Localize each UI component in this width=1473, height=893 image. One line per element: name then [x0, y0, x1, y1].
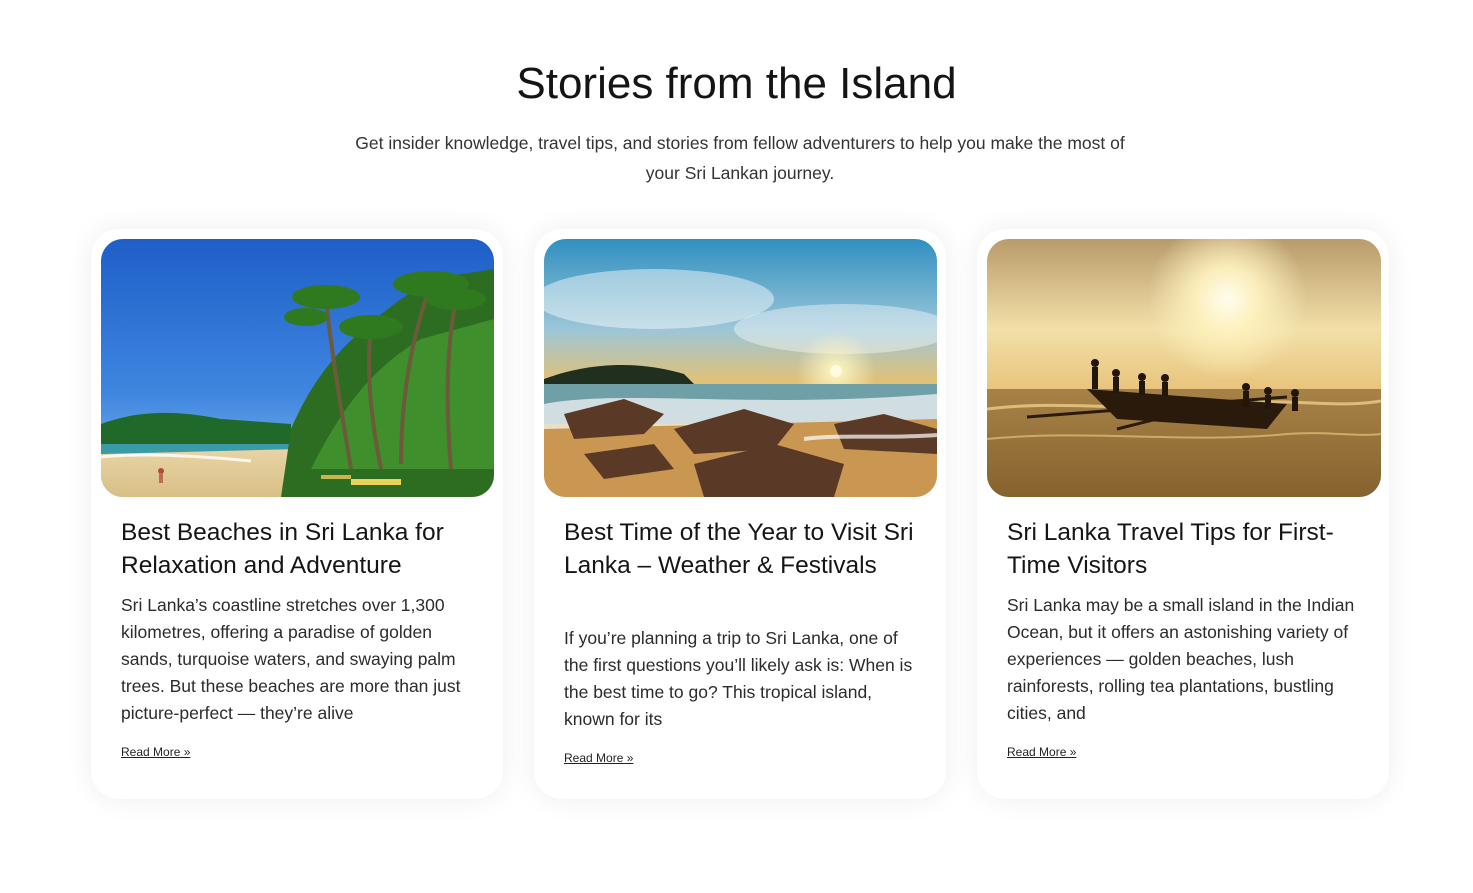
blog-card-best-time: Best Time of the Year to Visit Sri Lanka… [534, 229, 946, 799]
rocky-beach-sunset-image[interactable] [544, 239, 937, 497]
fishermen-boat-image[interactable] [987, 239, 1381, 497]
section-title: Stories from the Island [516, 59, 957, 108]
blog-card-travel-tips: Sri Lanka Travel Tips for First-Time Vis… [977, 229, 1389, 799]
section-subtitle: Get insider knowledge, travel tips, and … [355, 133, 1125, 183]
card-excerpt: Sri Lanka’s coastline stretches over 1,3… [121, 595, 461, 723]
read-more-link[interactable]: Read More » [564, 751, 633, 765]
card-excerpt: If you’re planning a trip to Sri Lanka, … [564, 628, 913, 729]
blog-card-beaches: Best Beaches in Sri Lanka for Relaxation… [91, 229, 503, 799]
card-excerpt: Sri Lanka may be a small island in the I… [1007, 595, 1355, 723]
card-title[interactable]: Best Time of the Year to Visit Sri Lanka… [564, 516, 924, 582]
read-more-link[interactable]: Read More » [121, 745, 190, 759]
card-title[interactable]: Sri Lanka Travel Tips for First-Time Vis… [1007, 516, 1367, 582]
read-more-link[interactable]: Read More » [1007, 745, 1076, 759]
palm-beach-image[interactable] [101, 239, 494, 497]
card-title[interactable]: Best Beaches in Sri Lanka for Relaxation… [121, 516, 481, 582]
